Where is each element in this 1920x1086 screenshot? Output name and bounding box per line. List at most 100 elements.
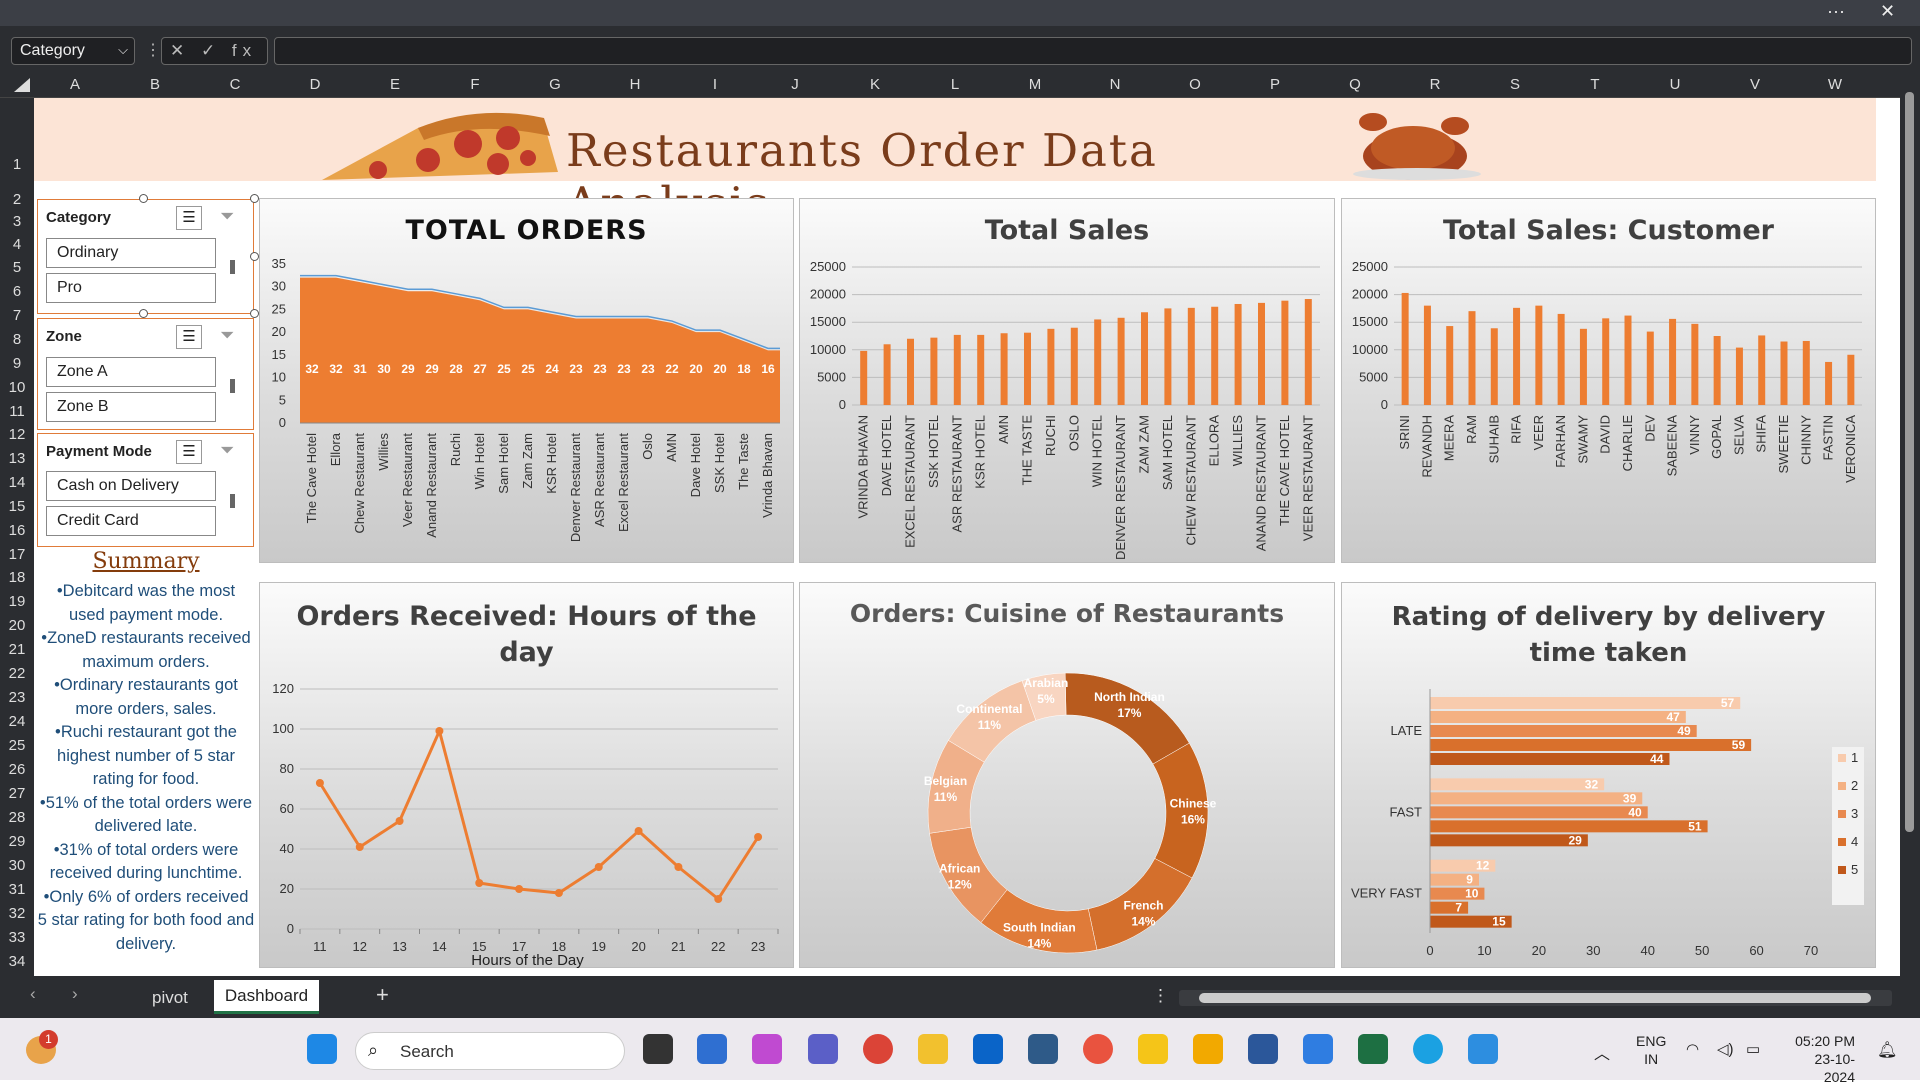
column-header[interactable]: F (435, 76, 515, 93)
clear-filter-icon[interactable]: ⏷ (220, 325, 234, 346)
slicer-item[interactable]: Cash on Delivery (46, 471, 216, 501)
language-indicator[interactable]: ENG IN (1636, 1032, 1666, 1068)
copilot-icon[interactable] (752, 1034, 782, 1064)
slicer-scrollbar[interactable] (230, 260, 235, 274)
clear-filter-icon[interactable]: ⏷ (220, 206, 234, 227)
row-header[interactable]: 20 (0, 617, 34, 634)
zone-slicer[interactable]: Zone ☰ ⏷ Zone A Zone B (37, 318, 254, 430)
resize-handle[interactable] (139, 309, 148, 318)
row-header[interactable]: 17 (0, 546, 34, 563)
slicer-item[interactable]: Zone A (46, 357, 216, 387)
row-header[interactable]: 24 (0, 713, 34, 730)
column-header[interactable]: Q (1315, 76, 1395, 93)
column-header[interactable]: I (675, 76, 755, 93)
battery-icon[interactable]: ▭ (1746, 1040, 1760, 1058)
column-header[interactable]: M (995, 76, 1075, 93)
row-header[interactable]: 30 (0, 857, 34, 874)
slicer-item[interactable]: Credit Card (46, 506, 216, 536)
notepad-icon[interactable] (1303, 1034, 1333, 1064)
tab-pivot[interactable]: pivot (152, 988, 188, 1008)
clear-filter-icon[interactable]: ⏷ (220, 440, 234, 461)
row-header[interactable]: 13 (0, 450, 34, 467)
column-header[interactable]: J (755, 76, 835, 93)
row-header[interactable]: 34 (0, 953, 34, 970)
select-all-icon[interactable] (14, 78, 30, 92)
row-header[interactable]: 22 (0, 665, 34, 682)
slicer-scrollbar[interactable] (230, 494, 235, 508)
row-header[interactable]: 4 (0, 236, 34, 253)
more-vertical-icon[interactable]: ⋮ (1152, 986, 1169, 1006)
formula-buttons[interactable]: ✕ ✓ fx (161, 37, 268, 65)
customer-sales-chart[interactable]: Total Sales: Customer 0 5000 10000 15000 200… (1341, 198, 1876, 563)
row-header[interactable]: 6 (0, 283, 34, 300)
row-header[interactable]: 21 (0, 641, 34, 658)
more-vertical-icon[interactable]: ⋮ (145, 40, 161, 60)
row-header[interactable]: 15 (0, 498, 34, 515)
sticky-notes-icon[interactable] (1138, 1034, 1168, 1064)
cuisine-chart[interactable]: Orders: Cuisine of Restaurants North Ind… (799, 582, 1335, 968)
column-header[interactable]: O (1155, 76, 1235, 93)
chrome-profile-icon[interactable] (1083, 1034, 1113, 1064)
row-header[interactable]: 1 (0, 156, 34, 173)
vertical-scrollbar[interactable] (1900, 78, 1920, 976)
row-header[interactable]: 5 (0, 259, 34, 276)
row-header[interactable]: 33 (0, 929, 34, 946)
column-header[interactable]: K (835, 76, 915, 93)
task-view-icon[interactable] (643, 1034, 673, 1064)
chevron-down-icon[interactable]: ⌵ (118, 42, 128, 58)
column-header[interactable]: W (1795, 76, 1875, 93)
scrollbar-thumb[interactable] (1199, 993, 1871, 1003)
row-header[interactable]: 10 (0, 379, 34, 396)
horizontal-scrollbar[interactable] (1179, 990, 1892, 1006)
start-icon[interactable] (307, 1034, 337, 1064)
volume-icon[interactable]: ◁) (1717, 1040, 1734, 1058)
word-icon[interactable] (1248, 1034, 1278, 1064)
edge-icon[interactable] (1413, 1034, 1443, 1064)
row-header[interactable]: 19 (0, 593, 34, 610)
column-header[interactable]: B (115, 76, 195, 93)
add-sheet-button[interactable]: + (376, 982, 389, 1008)
row-header[interactable]: 27 (0, 785, 34, 802)
hours-chart[interactable]: Orders Received: Hours of the day 0 20 40 60… (259, 582, 794, 969)
outlook-icon[interactable] (973, 1034, 1003, 1064)
row-header[interactable]: 11 (0, 403, 34, 420)
row-header[interactable]: 31 (0, 881, 34, 898)
prev-sheet-icon[interactable]: ‹ (30, 984, 36, 1004)
taskbar-search[interactable]: ⌕ Search (355, 1032, 625, 1070)
row-header[interactable]: 14 (0, 474, 34, 491)
slicer-item[interactable]: Ordinary (46, 238, 216, 268)
wifi-icon[interactable]: ◠ (1686, 1040, 1699, 1058)
column-header[interactable]: E (355, 76, 435, 93)
resize-handle[interactable] (139, 194, 148, 203)
column-header[interactable]: U (1635, 76, 1715, 93)
notification-bell-icon[interactable]: 🔔︎ (1877, 1040, 1897, 1060)
power-bi-icon[interactable] (1193, 1034, 1223, 1064)
column-header[interactable]: C (195, 76, 275, 93)
row-header[interactable]: 9 (0, 355, 34, 372)
file-explorer-icon[interactable] (918, 1034, 948, 1064)
close-icon[interactable]: ✕ (1880, 1, 1895, 22)
more-options-icon[interactable]: ··· (1827, 1, 1845, 22)
next-sheet-icon[interactable]: › (72, 984, 78, 1004)
row-header[interactable]: 16 (0, 522, 34, 539)
total-sales-chart[interactable]: Total Sales 0 5000 10000 15000 20000 25000 VRI… (799, 198, 1335, 563)
column-header[interactable]: N (1075, 76, 1155, 93)
formula-input[interactable] (274, 37, 1912, 65)
total-orders-chart[interactable]: TOTAL ORDERS 0 5 10 15 20 25 30 35 32 32 31 30 29 29 2… (259, 198, 794, 563)
row-header[interactable]: 2 (0, 191, 34, 208)
slicer-item[interactable]: Pro (46, 273, 216, 303)
teams-icon[interactable] (808, 1034, 838, 1064)
row-header[interactable]: 23 (0, 689, 34, 706)
rating-chart[interactable]: Rating of delivery by delivery time taken… (1341, 582, 1876, 968)
slicer-scrollbar[interactable] (230, 379, 235, 393)
store-icon[interactable] (697, 1034, 727, 1064)
multi-select-icon[interactable]: ☰ (176, 325, 202, 349)
row-header[interactable]: 3 (0, 213, 34, 230)
name-box[interactable]: Category ⌵ (11, 37, 135, 65)
column-header[interactable]: D (275, 76, 355, 93)
row-header[interactable]: 26 (0, 761, 34, 778)
column-header[interactable]: H (595, 76, 675, 93)
slicer-item[interactable]: Zone B (46, 392, 216, 422)
chevron-up-icon[interactable]: ︿ (1594, 1040, 1610, 1064)
column-header[interactable]: G (515, 76, 595, 93)
